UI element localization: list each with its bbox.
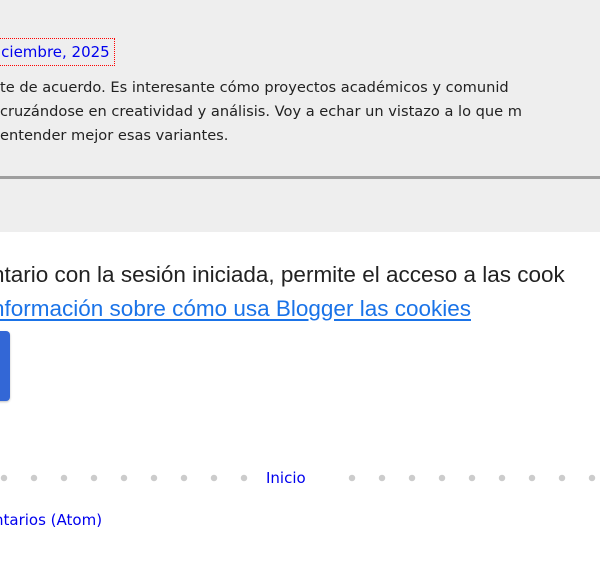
cookie-notice: ntario con la sesión iniciada, permite e… xyxy=(0,258,600,326)
cookie-notice-text: ntario con la sesión iniciada, permite e… xyxy=(0,262,565,287)
pager-dots-right xyxy=(337,474,600,482)
comments-feed-link[interactable]: ntarios (Atom) xyxy=(0,508,102,532)
comment-divider xyxy=(0,176,600,179)
pager-dots-left xyxy=(0,474,249,482)
cookie-info-link[interactable]: nformación sobre cómo usa Blogger las co… xyxy=(0,292,600,326)
comment-body-line: te de acuerdo. Es interesante cómo proye… xyxy=(0,79,509,96)
sign-in-button[interactable] xyxy=(0,331,10,401)
comment-body-line: cruzándose en creatividad y análisis. Vo… xyxy=(0,103,523,120)
blog-pager: Inicio xyxy=(0,466,600,490)
comment-block: iciembre, 2025 te de acuerdo. Es interes… xyxy=(0,0,600,232)
comment-body-line: entender mejor esas variantes. xyxy=(0,127,229,144)
home-link[interactable]: Inicio xyxy=(266,466,306,490)
comment-date-link[interactable]: iciembre, 2025 xyxy=(0,38,115,66)
comment-body: te de acuerdo. Es interesante cómo proye… xyxy=(0,76,600,148)
